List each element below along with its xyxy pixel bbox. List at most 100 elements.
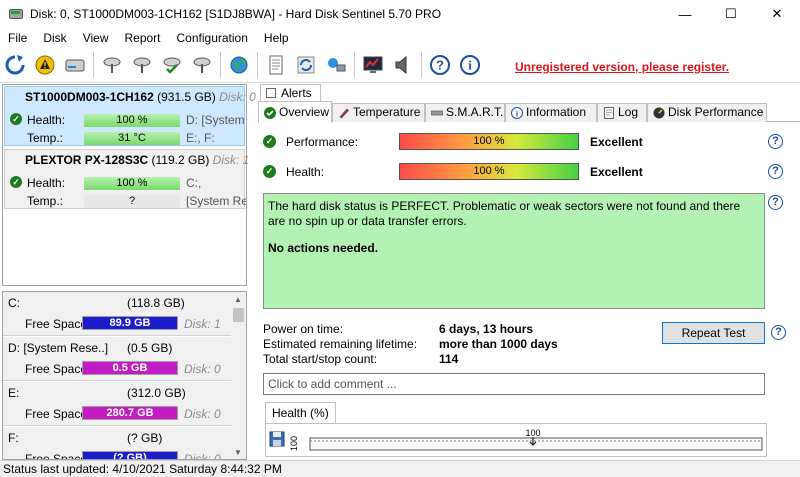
free-space-label: Free Space	[25, 452, 88, 460]
free-space-label: Free Space	[25, 362, 88, 376]
tab-temperature[interactable]: Temperature	[332, 103, 425, 122]
volume-size: (118.8 GB)	[127, 296, 185, 310]
save-icon[interactable]	[269, 431, 285, 447]
health-label: Health:	[27, 113, 66, 127]
disk-card-0[interactable]: ST1000DM003-1CH162 (931.5 GB) Disk: 0 ✓ …	[4, 86, 256, 146]
menu-disk[interactable]: Disk	[35, 31, 74, 45]
log-icon	[604, 107, 614, 119]
status-bar: Status last updated: 4/10/2021 Saturday …	[0, 460, 800, 477]
toolbar: ? i Unregistered version, please registe…	[0, 47, 800, 83]
minimize-button[interactable]: —	[662, 0, 708, 28]
health-label: Health:	[27, 176, 66, 190]
disk-volumes: D: [System Re	[186, 113, 246, 127]
help-icon[interactable]: ?	[771, 325, 786, 340]
volume-item-e[interactable]: E: (312.0 GB) Free Space 280.7 GB Disk: …	[3, 382, 232, 426]
refresh-button[interactable]	[2, 51, 28, 79]
comment-input[interactable]: Click to add comment ...	[263, 373, 765, 395]
health-bar: 100 %	[399, 163, 579, 180]
network-button[interactable]	[323, 51, 349, 79]
tab-disk-performance[interactable]: Disk Performance	[647, 103, 767, 122]
tab-bar: Overview Temperature S.M.A.R.T. i Inform…	[258, 101, 800, 123]
report-button[interactable]	[263, 51, 289, 79]
info-icon: i	[511, 107, 523, 119]
volume-disk: Disk: 0	[184, 407, 221, 421]
volume-scrollbar[interactable]: ▲ ▼	[231, 292, 246, 459]
help-icon: ?	[430, 54, 450, 75]
volume-size: (? GB)	[127, 431, 163, 445]
volume-list: C: (118.8 GB) Free Space 89.9 GB Disk: 1…	[2, 291, 247, 460]
disk-info-button[interactable]	[62, 51, 88, 79]
performance-row: ✓ Performance: 100 % Excellent	[263, 132, 793, 152]
volume-item-c[interactable]: C: (118.8 GB) Free Space 89.9 GB Disk: 1	[3, 292, 232, 336]
tab-label: Temperature	[353, 105, 421, 119]
menu-view[interactable]: View	[75, 31, 117, 45]
thermometer-icon	[339, 108, 349, 119]
web-update-button[interactable]	[226, 51, 252, 79]
volume-disk: Disk: 1	[184, 317, 221, 331]
alerts-tab[interactable]: Alerts	[260, 84, 321, 102]
help-icon[interactable]: ?	[768, 164, 783, 179]
actions-text: No actions needed.	[268, 241, 379, 255]
sound-button[interactable]	[390, 51, 416, 79]
check-icon: ✓	[10, 113, 22, 125]
help-icon[interactable]: ?	[768, 134, 783, 149]
startstop-value: 114	[439, 352, 459, 366]
health-graph-tab[interactable]: Health (%)	[265, 402, 336, 423]
svg-text:i: i	[468, 57, 472, 72]
report-icon	[269, 55, 283, 74]
free-space-value: 89.9 GB	[109, 317, 151, 329]
tab-label: Disk Performance	[668, 105, 764, 119]
disk-control-button[interactable]	[360, 51, 386, 79]
volume-disk: Disk: 0	[184, 452, 221, 460]
send-report-button[interactable]	[293, 51, 319, 79]
toolbar-separator	[257, 51, 258, 78]
free-space-value: 280.7 GB	[106, 407, 154, 419]
tab-information[interactable]: i Information	[505, 103, 597, 122]
disk-size: (119.2 GB)	[151, 153, 210, 167]
scroll-down-icon[interactable]: ▼	[234, 448, 242, 457]
disk-card-1[interactable]: PLEXTOR PX-128S3C (119.2 GB) Disk: 1 ✓ H…	[4, 149, 249, 209]
refresh-icon	[5, 54, 25, 74]
about-button[interactable]: i	[457, 51, 483, 79]
menu-bar: File Disk View Report Configuration Help	[0, 28, 800, 47]
test-button-4[interactable]	[189, 51, 215, 79]
help-icon[interactable]: ?	[768, 195, 783, 210]
app-disk-icon	[8, 6, 24, 22]
disk-test-icon	[103, 57, 121, 73]
status-text: The hard disk status is PERFECT. Problem…	[268, 199, 741, 228]
power-on-value: 6 days, 13 hours	[439, 322, 534, 336]
menu-report[interactable]: Report	[116, 31, 168, 45]
scroll-thumb[interactable]	[233, 308, 244, 322]
speaker-icon	[395, 55, 407, 74]
overview-content: ✓ Performance: 100 % Excellent ? ✓ Healt…	[258, 123, 800, 460]
graph-axis-label: 100	[289, 436, 299, 451]
alerts-icon	[266, 88, 276, 98]
power-on-label: Power on time:	[263, 322, 344, 336]
menu-file[interactable]: File	[0, 31, 35, 45]
close-button[interactable]: ✕	[754, 0, 800, 28]
tab-overview[interactable]: Overview	[258, 101, 332, 123]
tab-smart[interactable]: S.M.A.R.T.	[425, 103, 505, 122]
alert-button[interactable]	[32, 51, 58, 79]
disk-size: (931.5 GB)	[157, 90, 216, 104]
tab-log[interactable]: Log	[597, 103, 647, 122]
performance-bar: 100 %	[399, 133, 579, 150]
repeat-test-button[interactable]: Repeat Test	[662, 322, 765, 344]
test-button-2[interactable]	[129, 51, 155, 79]
left-panel: ST1000DM003-1CH162 (931.5 GB) Disk: 0 ✓ …	[0, 84, 256, 460]
test-button-1[interactable]	[99, 51, 125, 79]
volume-item-d[interactable]: D: [System Rese..] (0.5 GB) Free Space 0…	[3, 337, 232, 381]
maximize-button[interactable]: ☐	[708, 0, 754, 28]
free-space-bar: 0.5 GB	[82, 361, 178, 375]
scroll-up-icon[interactable]: ▲	[234, 295, 242, 304]
menu-help[interactable]: Help	[256, 31, 297, 45]
free-space-bar: 89.9 GB	[82, 316, 178, 330]
free-space-value: (? GB)	[113, 452, 147, 460]
test-button-3[interactable]	[159, 51, 185, 79]
window-controls: — ☐ ✕	[662, 0, 800, 28]
help-button[interactable]: ?	[427, 51, 453, 79]
volume-item-f[interactable]: F: (? GB) Free Space (? GB) Disk: 0	[3, 427, 232, 460]
menu-configuration[interactable]: Configuration	[169, 31, 256, 45]
register-link[interactable]: Unregistered version, please register.	[515, 60, 729, 74]
volume-name: D: [System Rese..]	[8, 341, 109, 355]
